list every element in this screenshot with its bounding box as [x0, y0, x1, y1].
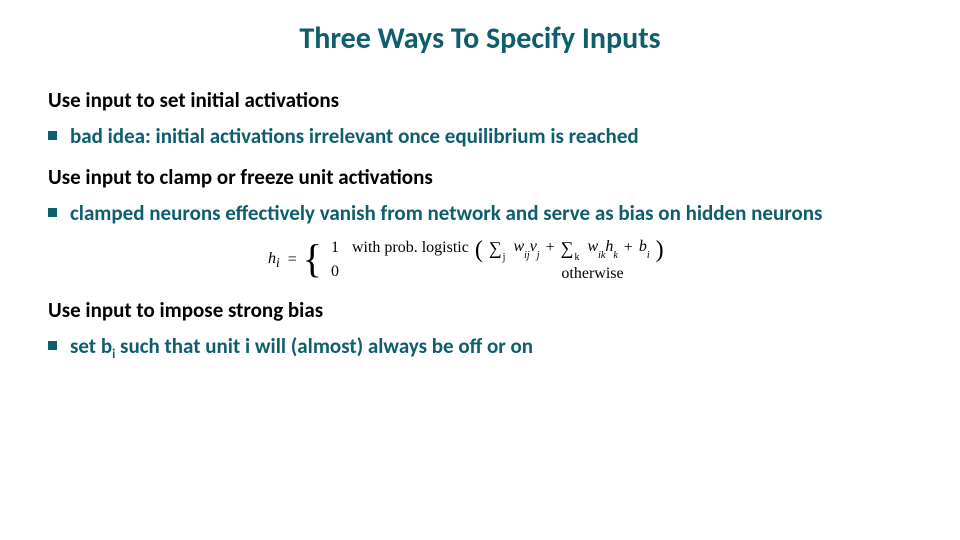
formula-lhs-var: h — [268, 250, 276, 267]
sum1-v: v — [530, 238, 537, 255]
sum1-vsub: j — [537, 250, 540, 261]
sum2-index: k — [574, 252, 579, 263]
slide: Three Ways To Specify Inputs Use input t… — [0, 0, 960, 540]
section-1-bullets: bad idea: initial activations irrelevant… — [48, 123, 912, 150]
case1-value: 1 — [326, 239, 344, 257]
formula-block: hi = { 1 0 with prob. logistic ( ∑ j wij… — [268, 238, 912, 283]
sum1-index: j — [503, 252, 506, 263]
bullet-item: bad idea: initial activations irrelevant… — [70, 123, 912, 150]
sigma-icon: ∑ — [489, 238, 502, 259]
formula: hi = { 1 0 with prob. logistic ( ∑ j wij… — [268, 238, 664, 283]
bullet3-suffix: such that unit i will (almost) always be… — [115, 333, 533, 359]
bullet-item: set bi such that unit i will (almost) al… — [70, 333, 912, 360]
lparen-icon: ( — [475, 241, 483, 259]
case1-prefix: with prob. logistic — [352, 239, 469, 257]
sigma-icon: ∑ — [561, 238, 574, 259]
case1-condition: with prob. logistic ( ∑ j wijvj + ∑ k — [352, 238, 664, 259]
equals-sign: = — [288, 251, 297, 269]
section-2-head: Use input to clamp or freeze unit activa… — [48, 164, 912, 190]
formula-lhs-sub: i — [276, 255, 280, 270]
bullet-item: clamped neurons effectively vanish from … — [70, 200, 912, 227]
sum2-w: w — [587, 238, 598, 255]
sum2-wsub: ik — [598, 250, 605, 261]
section-1-head: Use input to set initial activations — [48, 87, 912, 113]
brace-icon: { — [303, 239, 322, 279]
plus-icon: + — [624, 239, 633, 257]
rparen-icon: ) — [656, 241, 664, 259]
bias-var: b — [639, 238, 647, 255]
case2-value: 0 — [326, 263, 344, 281]
sum2-hsub: k — [613, 250, 617, 261]
section-2-bullets: clamped neurons effectively vanish from … — [48, 200, 912, 227]
plus-icon: + — [546, 239, 555, 257]
section-3-bullets: set bi such that unit i will (almost) al… — [48, 333, 912, 360]
sum1-wsub: ij — [524, 250, 530, 261]
section-3-head: Use input to impose strong bias — [48, 297, 912, 323]
bias-sub: i — [647, 250, 650, 261]
bullet3-prefix: set b — [70, 333, 112, 359]
case2-condition: otherwise — [561, 265, 623, 283]
page-title: Three Ways To Specify Inputs — [48, 20, 912, 57]
sum1-w: w — [513, 238, 524, 255]
